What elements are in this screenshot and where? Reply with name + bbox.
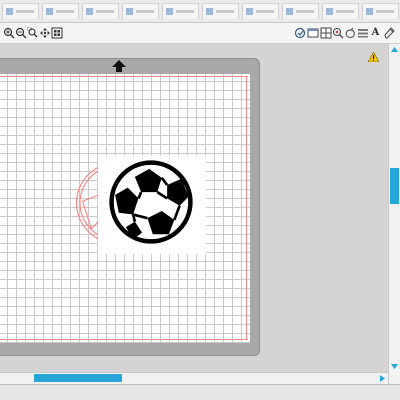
library-icon[interactable]: [356, 26, 369, 39]
tab[interactable]: [282, 3, 319, 19]
tab-icon: [246, 8, 253, 15]
tab[interactable]: [82, 3, 119, 19]
toolbar: A: [0, 23, 400, 44]
tab[interactable]: [362, 3, 399, 19]
tab[interactable]: [2, 3, 39, 19]
tab[interactable]: [202, 3, 239, 19]
tab-icon: [86, 8, 93, 15]
vertical-scrollbar[interactable]: [388, 44, 400, 384]
vertical-scroll-thumb[interactable]: [390, 168, 399, 204]
cut-border-top: [0, 76, 248, 77]
tab-icon: [286, 8, 293, 15]
tab-label: [16, 10, 34, 13]
tab[interactable]: [242, 3, 279, 19]
tab-bar: [0, 0, 400, 23]
tab-icon: [6, 8, 13, 15]
up-arrow-icon: [112, 60, 126, 72]
pen-tool-icon[interactable]: [382, 26, 395, 39]
cut-border-right: [246, 76, 247, 340]
page-setup-icon[interactable]: [306, 26, 319, 39]
tab-icon: [326, 8, 333, 15]
tab-label: [216, 10, 234, 13]
tab-label: [296, 10, 314, 13]
tab-icon: [366, 8, 373, 15]
tab-label: [176, 10, 194, 13]
tab[interactable]: [322, 3, 359, 19]
warning-icon[interactable]: [368, 52, 379, 62]
tab-icon: [206, 8, 213, 15]
horizontal-scrollbar[interactable]: [0, 372, 388, 384]
tab[interactable]: [42, 3, 79, 19]
tab-label: [56, 10, 74, 13]
tab-icon: [46, 8, 53, 15]
text-tool-icon[interactable]: A: [369, 26, 382, 39]
tab-label: [96, 10, 114, 13]
send-to-cutter-icon[interactable]: [293, 26, 306, 39]
tab[interactable]: [162, 3, 199, 19]
tab-icon: [126, 8, 133, 15]
scroll-down-icon[interactable]: [390, 362, 399, 371]
scroll-right-icon[interactable]: [378, 374, 387, 383]
tab-icon: [166, 8, 173, 15]
horizontal-scroll-thumb[interactable]: [34, 374, 122, 382]
tab-label: [336, 10, 354, 13]
status-strip: [0, 384, 400, 400]
scroll-up-icon[interactable]: [390, 45, 399, 54]
soccer-ball-image[interactable]: [106, 159, 196, 245]
tab-label: [376, 10, 394, 13]
tab[interactable]: [122, 3, 159, 19]
store-icon[interactable]: [343, 26, 356, 39]
fit-to-mat-icon[interactable]: [50, 26, 63, 39]
tab-label: [136, 10, 154, 13]
tab-label: [256, 10, 274, 13]
cut-border-bottom: [0, 339, 248, 340]
